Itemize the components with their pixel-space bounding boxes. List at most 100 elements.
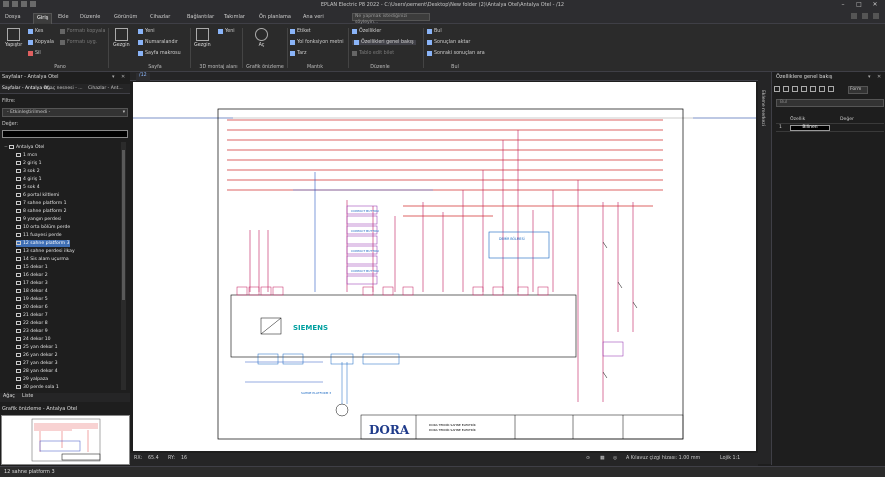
tree-page-item[interactable]: 27 yan dekor 3 bbox=[16, 360, 58, 367]
value-input[interactable] bbox=[2, 130, 128, 138]
copy-format-button[interactable]: Formatı kopyala bbox=[60, 29, 105, 34]
close-icon[interactable]: ✕ bbox=[867, 0, 883, 10]
tree-page-item[interactable]: 8 sahne platform 2 bbox=[16, 208, 67, 215]
project-node[interactable]: − Antalya Otel bbox=[4, 144, 44, 151]
tree-page-item[interactable]: 16 dekor 2 bbox=[16, 272, 48, 279]
new-page-button[interactable]: Yeni bbox=[138, 29, 155, 34]
filter-icon[interactable] bbox=[792, 86, 798, 92]
properties-search-input[interactable]: Bul bbox=[776, 99, 884, 107]
tree-page-item[interactable]: 29 yalpaza bbox=[16, 376, 48, 383]
tree-page-item[interactable]: 1 mcn bbox=[16, 152, 37, 159]
new-3d-button[interactable]: Yeni bbox=[218, 29, 235, 34]
tree-page-item[interactable]: 19 dekor 5 bbox=[16, 296, 48, 303]
label-button[interactable]: Etiket bbox=[290, 29, 311, 34]
next-result-button[interactable]: Sonraki sonuçları ara bbox=[427, 51, 485, 56]
tree-page-item[interactable]: 5 sok 4 bbox=[16, 184, 40, 191]
collapse-ribbon-icon[interactable] bbox=[873, 13, 879, 19]
filter-dropdown[interactable]: - Etkinleştirilmedi - ▾ bbox=[2, 108, 128, 117]
schematic-canvas[interactable]: CONTACT BUTTON CONTACT BUTTON CONTACT BU… bbox=[133, 82, 756, 451]
tree-page-item[interactable]: 2 giriş 1 bbox=[16, 160, 42, 167]
paste-button[interactable]: Yapıştır bbox=[5, 28, 22, 48]
tree-page-item[interactable]: 4 giriş 1 bbox=[16, 176, 42, 183]
tree-page-item[interactable]: 21 dekor 7 bbox=[16, 312, 48, 319]
tab-home[interactable]: Giriş bbox=[33, 13, 53, 24]
grid-icon[interactable]: ▦ bbox=[600, 456, 605, 461]
tree-page-item[interactable]: 7 sahne platform 1 bbox=[16, 200, 67, 207]
tree-page-item[interactable]: 22 dekor 8 bbox=[16, 320, 48, 327]
snap-icon[interactable]: ◎ bbox=[613, 456, 617, 461]
tree-page-item[interactable]: 18 dekor 4 bbox=[16, 288, 48, 295]
scrollbar-thumb[interactable] bbox=[122, 150, 125, 300]
tree-page-item[interactable]: 11 fuayesi perde bbox=[16, 232, 62, 239]
path-function-text-button[interactable]: Yol fonksiyon metni bbox=[290, 40, 344, 45]
navigator-3d-button[interactable]: Gezgin bbox=[194, 28, 211, 48]
pin-icon[interactable]: ▾ bbox=[868, 74, 871, 80]
tree-page-item[interactable]: 14 Sis alam uçurma bbox=[16, 256, 69, 263]
properties-overview-button[interactable]: Özellikleri genel bakış bbox=[352, 40, 416, 45]
insert-center-tab[interactable]: Ekleme merkezi bbox=[758, 72, 771, 464]
subtab-devices[interactable]: Cihazlar - Ant... bbox=[88, 86, 123, 91]
minimize-icon[interactable]: – bbox=[835, 0, 851, 10]
tab-view[interactable]: Görünüm bbox=[114, 14, 137, 20]
navigator-button[interactable]: Gezgin bbox=[113, 28, 130, 48]
pin-icon[interactable]: ▾ bbox=[112, 74, 115, 80]
tree-scrollbar[interactable] bbox=[121, 142, 126, 390]
close-panel-icon[interactable]: ✕ bbox=[121, 74, 125, 80]
tab-tree[interactable]: Ağaç bbox=[3, 394, 15, 399]
tell-me-search-input[interactable]: Ne yapmak istediğinizi söyleyin... bbox=[352, 13, 430, 25]
copy-icon[interactable] bbox=[819, 86, 825, 92]
tab-master-data[interactable]: Ana veri bbox=[303, 14, 324, 20]
tree-page-item[interactable]: 20 dekor 6 bbox=[16, 304, 48, 311]
tree-page-item[interactable]: 25 yan dekor 1 bbox=[16, 344, 58, 351]
export-results-button[interactable]: Sonuçları aktar bbox=[427, 40, 470, 45]
sort-icon[interactable] bbox=[783, 86, 789, 92]
numbering-button[interactable]: Numaralandır bbox=[138, 40, 178, 45]
table-row[interactable]: 1 Bilinen bbox=[776, 124, 884, 132]
maximize-icon[interactable]: □ bbox=[851, 0, 867, 10]
tree-page-item[interactable]: 6 portal kiltlemi bbox=[16, 192, 59, 199]
tree-page-item[interactable]: 24 dekor 10 bbox=[16, 336, 51, 343]
tree-page-item[interactable]: 17 dekor 3 bbox=[16, 280, 48, 287]
tree-page-item[interactable]: 26 yan dekor 2 bbox=[16, 352, 58, 359]
zoom-icon[interactable]: ⊙ bbox=[586, 456, 590, 461]
table-edit-button[interactable]: Tablo edit bilet bbox=[352, 51, 394, 56]
tree-page-item[interactable]: 28 yan dekor 4 bbox=[16, 368, 58, 375]
tab-devices[interactable]: Cihazlar bbox=[150, 14, 170, 20]
list-icon[interactable] bbox=[801, 86, 807, 92]
tree-page-item[interactable]: 9 yangın perdesi bbox=[16, 216, 61, 223]
tree-page-item[interactable]: 12 sahne platform 3 bbox=[16, 240, 70, 247]
help-icon[interactable] bbox=[851, 13, 857, 19]
close-panel-icon[interactable]: ✕ bbox=[877, 74, 881, 80]
copy-button[interactable]: Kopyala bbox=[28, 40, 54, 45]
tree-page-item[interactable]: 23 dekor 9 bbox=[16, 328, 48, 335]
property-cell-input[interactable]: Bilinen bbox=[790, 125, 830, 131]
tab-pre-planning[interactable]: Ön planlama bbox=[259, 14, 291, 20]
document-tab-12[interactable]: /12 bbox=[136, 73, 150, 81]
delete-button[interactable]: Sil bbox=[28, 51, 41, 56]
edit-icon[interactable] bbox=[810, 86, 816, 92]
refresh-icon[interactable] bbox=[774, 86, 780, 92]
form-dropdown[interactable]: Form bbox=[848, 86, 868, 94]
apply-format-button[interactable]: Formatı uyg. bbox=[60, 40, 97, 45]
tree-page-item[interactable]: 13 sahne perdesi ilkay bbox=[16, 248, 75, 255]
tree-page-item[interactable]: 15 dekor 1 bbox=[16, 264, 48, 271]
find-button[interactable]: Bul bbox=[427, 29, 442, 34]
properties-button[interactable]: Özellikler bbox=[352, 29, 381, 34]
cut-button[interactable]: Kes bbox=[28, 29, 43, 34]
tab-file[interactable]: Dosya bbox=[5, 14, 21, 20]
style-button[interactable]: Tarz bbox=[290, 51, 307, 56]
tab-teams[interactable]: Takımlar bbox=[224, 14, 245, 20]
tab-edit[interactable]: Düzenle bbox=[80, 14, 100, 20]
graphic-preview bbox=[1, 415, 130, 465]
settings-icon[interactable] bbox=[862, 13, 868, 19]
tree-page-item[interactable]: 30 perde sola 1 bbox=[16, 384, 59, 390]
tree-page-item[interactable]: 3 sok 2 bbox=[16, 168, 40, 175]
subtab-tree-objects[interactable]: Ağaç nesnesi - ... bbox=[44, 86, 83, 91]
export-icon[interactable] bbox=[828, 86, 834, 92]
tab-list[interactable]: Liste bbox=[22, 394, 33, 399]
tab-insert[interactable]: Ekle bbox=[58, 14, 69, 20]
page-macro-button[interactable]: Sayfa makrosu bbox=[138, 51, 181, 56]
open-preview-button[interactable]: Aç bbox=[255, 28, 268, 48]
tab-connections[interactable]: Bağlantılar bbox=[187, 14, 214, 20]
tree-page-item[interactable]: 10 orta bölüm perde bbox=[16, 224, 70, 231]
